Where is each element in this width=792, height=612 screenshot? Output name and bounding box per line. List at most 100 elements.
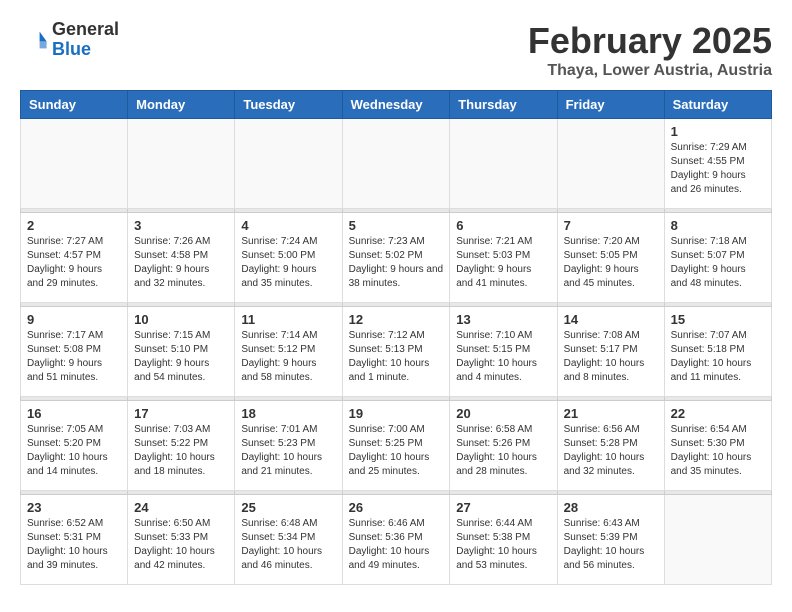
day-info: Sunrise: 6:52 AM Sunset: 5:31 PM Dayligh… (27, 517, 121, 573)
calendar-day-cell: 6 Sunrise: 7:21 AM Sunset: 5:03 PM Daylig… (450, 213, 557, 303)
day-number: 16 (27, 406, 121, 421)
day-info: Sunrise: 6:54 AM Sunset: 5:30 PM Dayligh… (671, 423, 765, 479)
day-info: Sunrise: 7:24 AM Sunset: 5:00 PM Dayligh… (241, 235, 335, 291)
calendar-day-cell: 12Sunrise: 7:12 AM Sunset: 5:13 PM Dayli… (342, 307, 450, 397)
day-info: Sunrise: 7:17 AM Sunset: 5:08 PM Dayligh… (27, 329, 121, 385)
day-info: Sunrise: 6:44 AM Sunset: 5:38 PM Dayligh… (456, 517, 550, 573)
day-info: Sunrise: 6:58 AM Sunset: 5:26 PM Dayligh… (456, 423, 550, 479)
calendar-day-cell: 11 Sunrise: 7:14 AM Sunset: 5:12 PM Dayli… (235, 307, 342, 397)
day-info: Sunrise: 7:08 AM Sunset: 5:17 PM Dayligh… (564, 329, 658, 385)
calendar-day-cell: 24Sunrise: 6:50 AM Sunset: 5:33 PM Dayli… (128, 495, 235, 585)
title-block: February 2025 Thaya, Lower Austria, Aust… (528, 20, 772, 80)
calendar-day-cell: 8Sunrise: 7:18 AM Sunset: 5:07 PM Daylig… (664, 213, 771, 303)
calendar-day-cell: 4Sunrise: 7:24 AM Sunset: 5:00 PM Daylig… (235, 213, 342, 303)
calendar-day-cell: 14 Sunrise: 7:08 AM Sunset: 5:17 PM Dayli… (557, 307, 664, 397)
calendar-day-cell: 9 Sunrise: 7:17 AM Sunset: 5:08 PM Daylig… (21, 307, 128, 397)
calendar-week-row: 1 Sunrise: 7:29 AM Sunset: 4:55 PM Daylig… (21, 119, 772, 209)
calendar-day-cell: 22Sunrise: 6:54 AM Sunset: 5:30 PM Dayli… (664, 401, 771, 491)
day-number: 21 (564, 406, 658, 421)
day-info: Sunrise: 7:01 AM Sunset: 5:23 PM Dayligh… (241, 423, 335, 479)
day-number: 20 (456, 406, 550, 421)
day-number: 9 (27, 312, 121, 327)
day-number: 18 (241, 406, 335, 421)
calendar-day-cell: 19 Sunrise: 7:00 AM Sunset: 5:25 PM Dayli… (342, 401, 450, 491)
calendar-subtitle: Thaya, Lower Austria, Austria (528, 62, 772, 80)
day-info: Sunrise: 6:56 AM Sunset: 5:28 PM Dayligh… (564, 423, 658, 479)
day-info: Sunrise: 6:43 AM Sunset: 5:39 PM Dayligh… (564, 517, 658, 573)
calendar-header-row: SundayMondayTuesdayWednesdayThursdayFrid… (21, 91, 772, 119)
calendar-day-cell (342, 119, 450, 209)
calendar-day-cell: 27 Sunrise: 6:44 AM Sunset: 5:38 PM Dayli… (450, 495, 557, 585)
logo-icon (20, 26, 48, 54)
day-number: 8 (671, 218, 765, 233)
day-info: Sunrise: 7:14 AM Sunset: 5:12 PM Dayligh… (241, 329, 335, 385)
calendar-week-row: 23 Sunrise: 6:52 AM Sunset: 5:31 PM Dayli… (21, 495, 772, 585)
calendar-day-cell: 16 Sunrise: 7:05 AM Sunset: 5:20 PM Dayli… (21, 401, 128, 491)
day-number: 14 (564, 312, 658, 327)
calendar-day-cell: 15Sunrise: 7:07 AM Sunset: 5:18 PM Dayli… (664, 307, 771, 397)
weekday-header: Sunday (21, 91, 128, 119)
calendar-day-cell: 18 Sunrise: 7:01 AM Sunset: 5:23 PM Dayli… (235, 401, 342, 491)
day-info: Sunrise: 7:29 AM Sunset: 4:55 PM Dayligh… (671, 141, 765, 197)
calendar-day-cell: 21 Sunrise: 6:56 AM Sunset: 5:28 PM Dayli… (557, 401, 664, 491)
calendar-day-cell (450, 119, 557, 209)
calendar-day-cell: 25 Sunrise: 6:48 AM Sunset: 5:34 PM Dayli… (235, 495, 342, 585)
day-info: Sunrise: 6:46 AM Sunset: 5:36 PM Dayligh… (349, 517, 444, 573)
calendar-day-cell: 7 Sunrise: 7:20 AM Sunset: 5:05 PM Daylig… (557, 213, 664, 303)
weekday-header: Tuesday (235, 91, 342, 119)
calendar-day-cell: 2 Sunrise: 7:27 AM Sunset: 4:57 PM Daylig… (21, 213, 128, 303)
calendar-week-row: 9 Sunrise: 7:17 AM Sunset: 5:08 PM Daylig… (21, 307, 772, 397)
day-number: 1 (671, 124, 765, 139)
calendar-day-cell: 5Sunrise: 7:23 AM Sunset: 5:02 PM Daylig… (342, 213, 450, 303)
weekday-header: Wednesday (342, 91, 450, 119)
day-info: Sunrise: 7:12 AM Sunset: 5:13 PM Dayligh… (349, 329, 444, 385)
calendar-day-cell (128, 119, 235, 209)
calendar-day-cell: 20 Sunrise: 6:58 AM Sunset: 5:26 PM Dayli… (450, 401, 557, 491)
day-number: 11 (241, 312, 335, 327)
calendar-day-cell: 3 Sunrise: 7:26 AM Sunset: 4:58 PM Daylig… (128, 213, 235, 303)
calendar-day-cell: 23 Sunrise: 6:52 AM Sunset: 5:31 PM Dayli… (21, 495, 128, 585)
calendar-day-cell (557, 119, 664, 209)
day-info: Sunrise: 7:15 AM Sunset: 5:10 PM Dayligh… (134, 329, 228, 385)
day-number: 19 (349, 406, 444, 421)
weekday-header: Friday (557, 91, 664, 119)
weekday-header: Saturday (664, 91, 771, 119)
day-info: Sunrise: 7:21 AM Sunset: 5:03 PM Dayligh… (456, 235, 550, 291)
day-info: Sunrise: 7:27 AM Sunset: 4:57 PM Dayligh… (27, 235, 121, 291)
calendar-day-cell: 17Sunrise: 7:03 AM Sunset: 5:22 PM Dayli… (128, 401, 235, 491)
calendar-day-cell: 28 Sunrise: 6:43 AM Sunset: 5:39 PM Dayli… (557, 495, 664, 585)
day-number: 2 (27, 218, 121, 233)
logo-blue-text: Blue (52, 39, 91, 59)
page-header: General Blue February 2025 Thaya, Lower … (20, 20, 772, 80)
day-number: 10 (134, 312, 228, 327)
calendar-day-cell: 1 Sunrise: 7:29 AM Sunset: 4:55 PM Daylig… (664, 119, 771, 209)
day-number: 28 (564, 500, 658, 515)
calendar-table: SundayMondayTuesdayWednesdayThursdayFrid… (20, 90, 772, 585)
day-number: 13 (456, 312, 550, 327)
day-info: Sunrise: 7:05 AM Sunset: 5:20 PM Dayligh… (27, 423, 121, 479)
calendar-title: February 2025 (528, 20, 772, 62)
day-info: Sunrise: 7:26 AM Sunset: 4:58 PM Dayligh… (134, 235, 228, 291)
calendar-day-cell: 13Sunrise: 7:10 AM Sunset: 5:15 PM Dayli… (450, 307, 557, 397)
calendar-week-row: 16 Sunrise: 7:05 AM Sunset: 5:20 PM Dayli… (21, 401, 772, 491)
day-number: 3 (134, 218, 228, 233)
day-number: 7 (564, 218, 658, 233)
weekday-header: Thursday (450, 91, 557, 119)
day-info: Sunrise: 6:50 AM Sunset: 5:33 PM Dayligh… (134, 517, 228, 573)
day-info: Sunrise: 7:00 AM Sunset: 5:25 PM Dayligh… (349, 423, 444, 479)
day-info: Sunrise: 6:48 AM Sunset: 5:34 PM Dayligh… (241, 517, 335, 573)
day-info: Sunrise: 7:07 AM Sunset: 5:18 PM Dayligh… (671, 329, 765, 385)
day-info: Sunrise: 7:20 AM Sunset: 5:05 PM Dayligh… (564, 235, 658, 291)
day-number: 23 (27, 500, 121, 515)
calendar-day-cell: 26 Sunrise: 6:46 AM Sunset: 5:36 PM Dayli… (342, 495, 450, 585)
day-number: 6 (456, 218, 550, 233)
day-number: 26 (349, 500, 444, 515)
logo: General Blue (20, 20, 119, 60)
weekday-header: Monday (128, 91, 235, 119)
logo-general-text: General (52, 19, 119, 39)
day-number: 27 (456, 500, 550, 515)
day-info: Sunrise: 7:23 AM Sunset: 5:02 PM Dayligh… (349, 235, 444, 291)
day-number: 17 (134, 406, 228, 421)
calendar-day-cell (21, 119, 128, 209)
day-number: 25 (241, 500, 335, 515)
